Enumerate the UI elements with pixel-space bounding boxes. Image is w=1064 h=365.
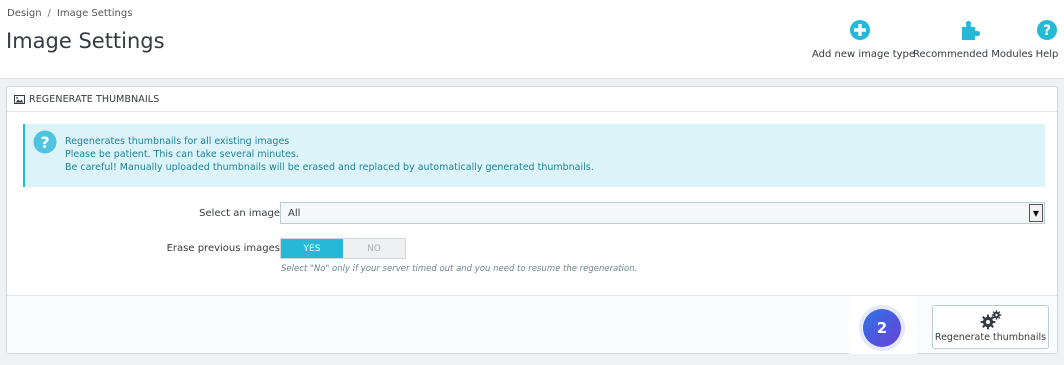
info-alert: ? Regenerates thumbnails for all existin… [23, 124, 1045, 187]
question-circle-icon: ? [33, 130, 57, 154]
alert-line-1: Regenerates thumbnails for all existing … [65, 136, 290, 147]
erase-help-text: Select "No" only if your server timed ou… [281, 264, 638, 274]
gears-icon [980, 310, 1001, 330]
erase-images-row: Erase previous images YES NO Select "No"… [7, 238, 1057, 278]
step-badge-number: 2 [863, 309, 901, 347]
regenerate-thumbnails-label: Regenerate thumbnails [934, 332, 1047, 343]
puzzle-icon [962, 20, 981, 40]
recommended-modules-label: Recommended Modules [913, 49, 1033, 60]
select-image-dropdown[interactable]: All ▼ [280, 202, 1045, 224]
svg-text:?: ? [40, 133, 49, 152]
help-button[interactable]: ? Help [1031, 19, 1063, 65]
picture-icon [14, 94, 25, 104]
select-image-row: Select an image All ▼ [7, 202, 1057, 224]
select-image-value: All [288, 208, 301, 219]
page-header: Design / Image Settings Image Settings Add… [0, 0, 1064, 79]
erase-images-label: Erase previous images [166, 243, 280, 254]
breadcrumb: Design / Image Settings [7, 8, 132, 19]
panel-heading-title: REGENERATE THUMBNAILS [29, 93, 160, 105]
question-circle-icon: ? [1037, 20, 1057, 40]
panel-heading: REGENERATE THUMBNAILS [7, 87, 1057, 112]
add-new-image-type-button[interactable]: Add new image type [812, 19, 916, 65]
svg-text:?: ? [1043, 23, 1051, 39]
alert-line-3: Be careful! Manually uploaded thumbnails… [65, 162, 594, 173]
breadcrumb-design[interactable]: Design [7, 8, 42, 19]
erase-images-switch[interactable]: YES NO [280, 238, 406, 259]
regenerate-thumbnails-button[interactable]: Regenerate thumbnails [932, 305, 1049, 349]
add-new-image-type-label: Add new image type [812, 49, 916, 60]
panel-footer: 2 Regenerate thumbnails [7, 295, 1057, 354]
breadcrumb-current: Image Settings [56, 8, 133, 19]
switch-no-option[interactable]: NO [343, 239, 405, 258]
step-badge-wrap: 2 [849, 296, 917, 354]
regenerate-thumbnails-panel: REGENERATE THUMBNAILS ? Regenerates thum… [6, 86, 1058, 354]
breadcrumb-separator: / [47, 8, 51, 19]
select-image-label: Select an image [199, 208, 280, 219]
switch-yes-option[interactable]: YES [281, 239, 343, 258]
alert-line-2: Please be patient. This can take several… [65, 149, 299, 160]
recommended-modules-button[interactable]: Recommended Modules [913, 19, 1033, 65]
step-badge: 2 [859, 305, 905, 351]
plus-circle-icon [850, 20, 870, 40]
chevron-down-icon[interactable]: ▼ [1029, 204, 1043, 222]
help-label: Help [1035, 49, 1059, 60]
page-title: Image Settings [6, 29, 165, 53]
